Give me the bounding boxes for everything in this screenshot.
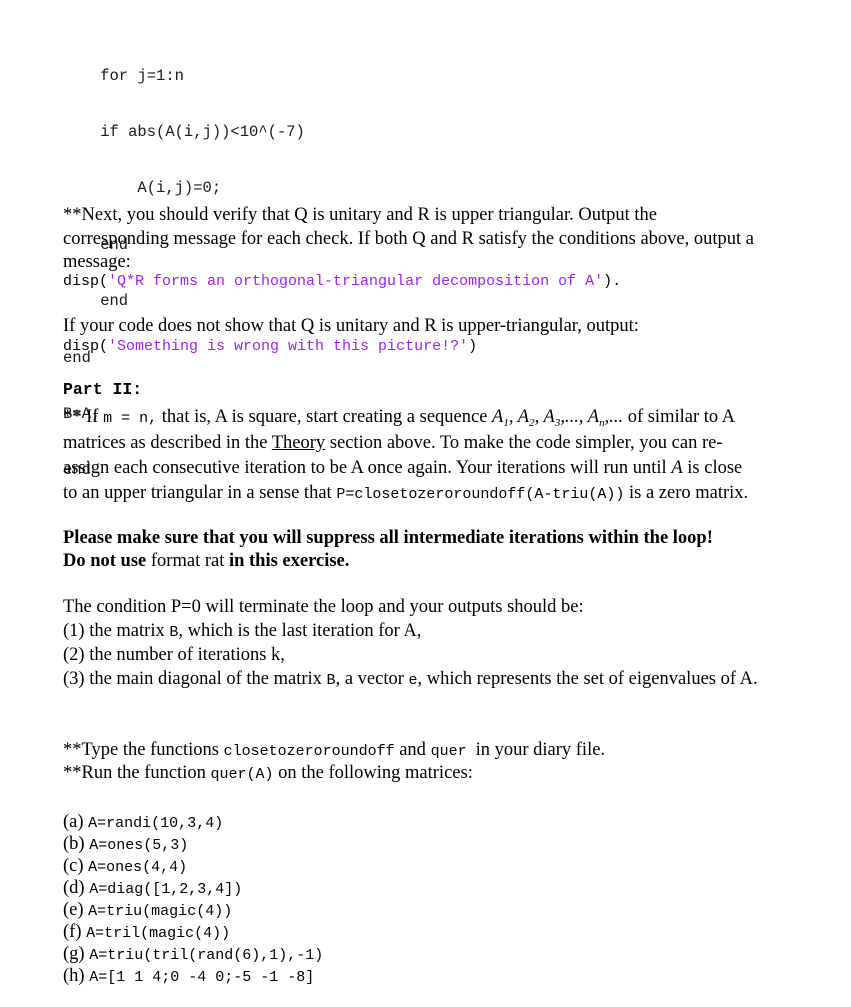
inline-code: P=closetozeroroundoff(A-triu(A)) bbox=[336, 486, 625, 503]
part2-line2: matrices as described in the Theory sect… bbox=[63, 433, 722, 454]
code-line: A(i,j)=0; bbox=[63, 179, 222, 198]
text: to an upper triangular in a sense that bbox=[63, 483, 337, 503]
part2-line4: to an upper triangular in a sense that P… bbox=[63, 483, 748, 504]
matrix-item-e: (e) A=triu(magic(4)) bbox=[63, 900, 232, 921]
code-line: for j=1:n bbox=[63, 66, 184, 85]
text: ** If bbox=[63, 407, 104, 427]
text: , which is the last iteration for A, bbox=[178, 621, 422, 641]
verify-text-line3: message: bbox=[63, 252, 131, 272]
text: Do not use bbox=[63, 551, 147, 571]
code-line: end bbox=[63, 292, 129, 311]
matrix-item-b: (b) A=ones(5,3) bbox=[63, 834, 188, 855]
verify-text-line2: corresponding message for each check. If… bbox=[63, 229, 754, 249]
matrix-item-h: (h) A=[1 1 4;0 -4 0;-5 -1 -8] bbox=[63, 966, 314, 987]
text: matrices as described in the bbox=[63, 433, 272, 453]
math-var: A bbox=[671, 458, 683, 478]
text: on the following matrices: bbox=[273, 763, 473, 783]
inline-code: quer(A) bbox=[210, 766, 274, 783]
text: section above. To make the code simpler,… bbox=[325, 433, 723, 453]
disp-string: 'Something is wrong with this picture!?' bbox=[108, 338, 469, 355]
item-label: (d) bbox=[63, 878, 90, 898]
math-sub: n bbox=[599, 417, 605, 429]
text: of similar to A bbox=[623, 407, 736, 427]
text: and bbox=[394, 740, 431, 760]
outputs-intro: The condition P=0 will terminate the loo… bbox=[63, 597, 584, 617]
failure-text: If your code does not show that Q is uni… bbox=[63, 316, 639, 336]
part2-line1: ** If m = n, that is, A is square, start… bbox=[63, 407, 735, 429]
part2-heading: Part II: bbox=[63, 380, 143, 399]
text: that is, A is square, start creating a s… bbox=[157, 407, 493, 427]
code-line: if abs(A(i,j))<10^(-7) bbox=[63, 122, 305, 141]
theory-link[interactable]: Theory bbox=[272, 433, 325, 453]
inline-code: B bbox=[169, 624, 179, 641]
disp-suffix: ) bbox=[468, 338, 478, 355]
inline-code: B bbox=[326, 672, 336, 689]
math-var: A bbox=[587, 407, 600, 427]
math-sub: 1 bbox=[503, 417, 509, 429]
item-label: (f) bbox=[63, 922, 87, 942]
matrix-item-f: (f) A=tril(magic(4)) bbox=[63, 922, 230, 943]
math-sub: 3 bbox=[554, 417, 561, 429]
inline-code: A=randi(10,3,4) bbox=[88, 815, 224, 832]
item-label: (h) bbox=[63, 966, 90, 986]
instructions-run: **Run the function quer(A) on the follow… bbox=[63, 763, 473, 784]
inline-code: A=ones(4,4) bbox=[88, 859, 188, 876]
outputs-item3: (3) the main diagonal of the matrix B, a… bbox=[63, 669, 758, 690]
text: (1) the matrix bbox=[63, 621, 170, 641]
item-label: (c) bbox=[63, 856, 89, 876]
text: in this exercise. bbox=[228, 551, 350, 571]
matrix-item-c: (c) A=ones(4,4) bbox=[63, 856, 187, 877]
verify-disp-code: disp('Q*R forms an orthogonal-triangular… bbox=[63, 273, 621, 290]
inline-code: m = n, bbox=[103, 410, 158, 427]
warning-line2: Do not use format rat in this exercise. bbox=[63, 551, 349, 572]
inline-code: closetozeroroundoff bbox=[223, 743, 395, 760]
disp-string: 'Q*R forms an orthogonal-triangular deco… bbox=[108, 273, 604, 290]
instructions-type: **Type the functions closetozeroroundoff… bbox=[63, 740, 605, 761]
text: , which represents the set of eigenvalue… bbox=[417, 669, 758, 689]
math-var: A bbox=[517, 407, 530, 427]
text: (3) the main diagonal of the matrix bbox=[63, 669, 327, 689]
text: format rat bbox=[146, 551, 229, 571]
part2-line3: assign each consecutive iteration to be … bbox=[63, 458, 742, 479]
inline-code: quer bbox=[430, 743, 476, 760]
matrix-item-a: (a) A=randi(10,3,4) bbox=[63, 812, 223, 833]
math-var: A bbox=[492, 407, 504, 427]
inline-code: A=triu(tril(rand(6),1),-1) bbox=[89, 947, 324, 964]
math-var: A bbox=[543, 407, 555, 427]
outputs-item2: (2) the number of iterations k, bbox=[63, 645, 285, 665]
text: **Run the function bbox=[63, 763, 211, 783]
disp-suffix: ). bbox=[603, 273, 622, 290]
inline-code: A=[1 1 4;0 -4 0;-5 -1 -8] bbox=[89, 969, 315, 986]
text: , a vector bbox=[335, 669, 409, 689]
matrix-item-d: (d) A=diag([1,2,3,4]) bbox=[63, 878, 242, 899]
failure-disp-code: disp('Something is wrong with this pictu… bbox=[63, 338, 477, 355]
item-label: (b) bbox=[63, 834, 90, 854]
inline-code: A=triu(magic(4)) bbox=[88, 903, 233, 920]
text: is a zero matrix. bbox=[624, 483, 749, 503]
text: is close bbox=[682, 458, 743, 478]
outputs-item1: (1) the matrix B, which is the last iter… bbox=[63, 621, 421, 642]
item-label: (e) bbox=[63, 900, 89, 920]
inline-code: A=ones(5,3) bbox=[89, 837, 189, 854]
text: assign each consecutive iteration to be … bbox=[63, 458, 672, 478]
item-label: (a) bbox=[63, 812, 89, 832]
disp-prefix: disp( bbox=[63, 338, 109, 355]
math-sub: 2 bbox=[529, 417, 535, 429]
verify-text-line1: **Next, you should verify that Q is unit… bbox=[63, 205, 657, 225]
text: **Type the functions bbox=[63, 740, 224, 760]
disp-prefix: disp( bbox=[63, 273, 109, 290]
matrix-item-g: (g) A=triu(tril(rand(6),1),-1) bbox=[63, 944, 323, 965]
inline-code: e bbox=[408, 672, 418, 689]
text: in your diary file. bbox=[475, 740, 606, 760]
warning-line1: Please make sure that you will suppress … bbox=[63, 528, 713, 548]
inline-code: A=diag([1,2,3,4]) bbox=[89, 881, 243, 898]
inline-code: A=tril(magic(4)) bbox=[86, 925, 231, 942]
item-label: (g) bbox=[63, 944, 90, 964]
sequence-math: A1, A2, A3,..., An,... bbox=[492, 407, 624, 429]
